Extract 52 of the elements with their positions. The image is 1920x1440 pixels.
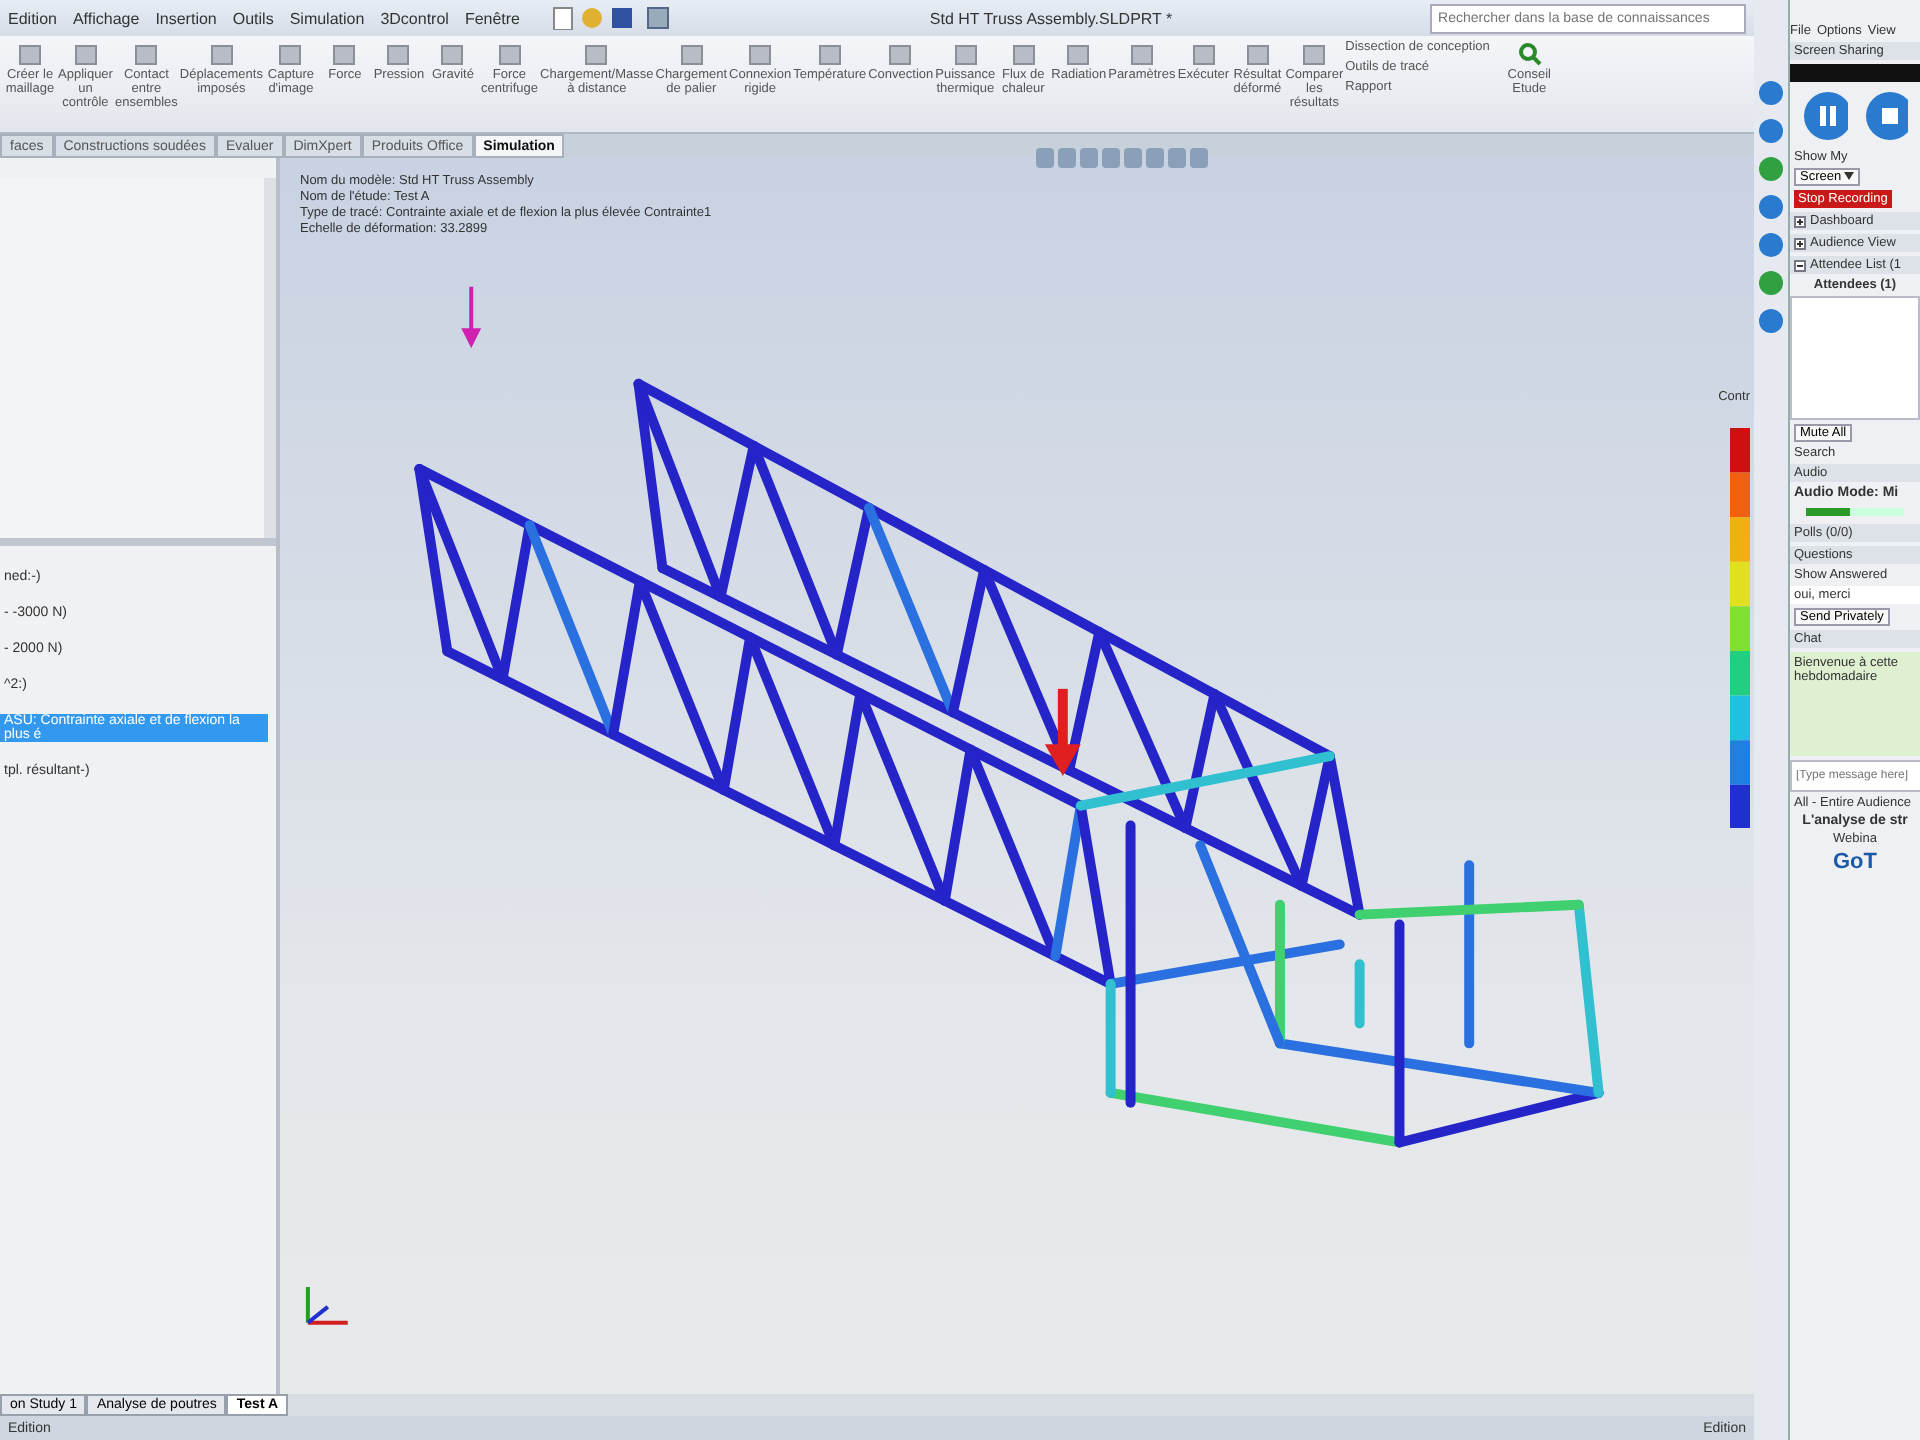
load-arrow-icon: [461, 286, 482, 349]
tool-icon: [953, 42, 978, 66]
search-icon: [1517, 42, 1542, 66]
control-icon[interactable]: [1758, 80, 1784, 106]
expand-icon[interactable]: [1794, 237, 1806, 249]
control-icon[interactable]: [1758, 270, 1784, 296]
tool-icon: [888, 42, 913, 66]
tool-icon: [18, 42, 42, 66]
menu-item[interactable]: Simulation: [289, 9, 365, 27]
triad-icon: [305, 1287, 348, 1325]
tool-icon: [679, 42, 704, 66]
tool-icon: [134, 42, 159, 66]
tool-icon: [209, 42, 234, 66]
menu-item[interactable]: Outils: [232, 9, 274, 27]
tool-icon: [748, 42, 773, 66]
status-bar: [1790, 64, 1920, 82]
pause-icon[interactable]: [1802, 90, 1847, 142]
tool-icon: [1245, 42, 1270, 66]
control-icon[interactable]: [1758, 118, 1784, 144]
stop-icon[interactable]: [1863, 90, 1908, 142]
force-arrow-icon: [1044, 688, 1081, 776]
tool-icon: [440, 42, 465, 66]
scrollbar[interactable]: [264, 178, 276, 538]
tool-icon: [584, 42, 609, 66]
menu-item[interactable]: Insertion: [155, 9, 217, 27]
audio-meter: [1806, 508, 1904, 516]
tool-icon: [1066, 42, 1091, 66]
menu-item[interactable]: Fenêtre: [464, 9, 521, 27]
control-icon[interactable]: [1758, 194, 1784, 220]
caret-icon: [1844, 172, 1855, 180]
expand-icon[interactable]: [1794, 215, 1806, 227]
menu-item[interactable]: Edition: [8, 9, 57, 27]
menu-item[interactable]: 3Dcontrol: [380, 9, 449, 27]
quick-access-icon[interactable]: [552, 6, 673, 30]
tool-icon: [73, 42, 98, 66]
brand-logo-text: GoT: [1831, 850, 1879, 874]
attendee-list: [1790, 296, 1920, 420]
tool-icon: [1191, 42, 1216, 66]
window-title: Std HT Truss Assembly.SLDPRT *: [927, 9, 1175, 27]
tool-icon: [332, 42, 357, 66]
control-icon[interactable]: [1758, 308, 1784, 334]
tool-icon: [1129, 42, 1154, 66]
tool-icon: [386, 42, 411, 66]
tool-icon: [497, 42, 522, 66]
menu-item[interactable]: Affichage: [72, 9, 140, 27]
control-icon[interactable]: [1758, 156, 1784, 182]
control-icon[interactable]: [1758, 232, 1784, 258]
tool-icon: [1302, 42, 1327, 66]
collapse-icon[interactable]: [1794, 259, 1806, 271]
tool-icon: [1011, 42, 1036, 66]
tool-icon: [817, 42, 842, 66]
tool-icon: [278, 42, 303, 66]
